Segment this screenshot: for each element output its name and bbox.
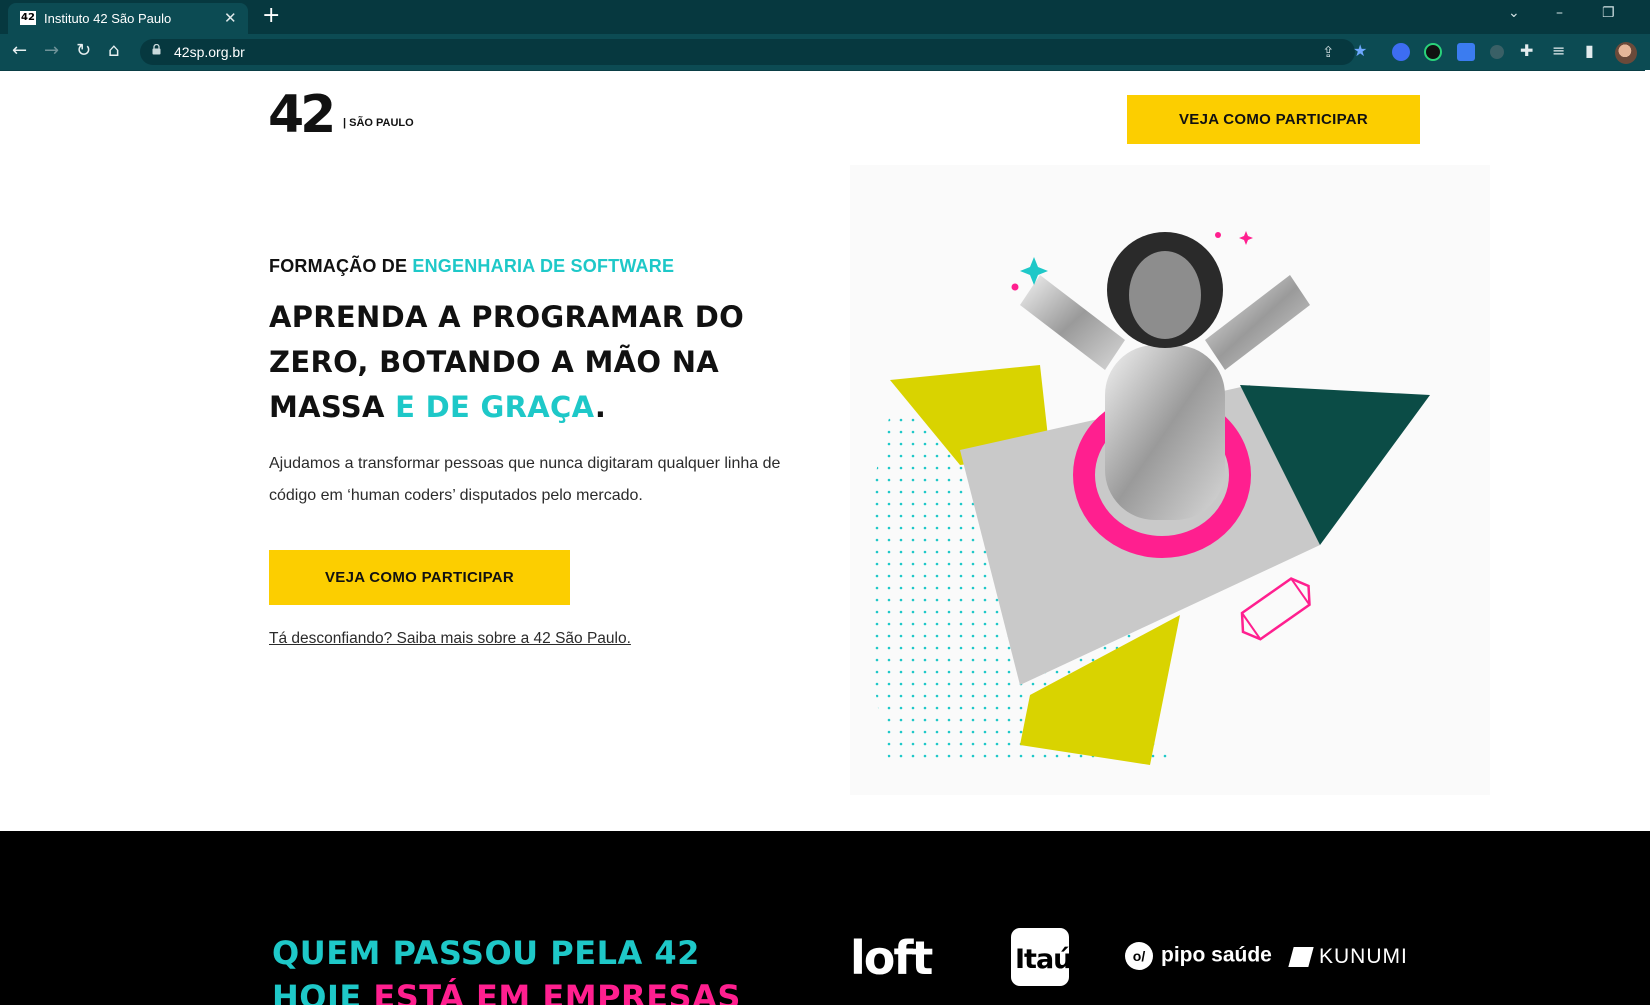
extensions-icon[interactable]: ✚ xyxy=(1520,41,1533,60)
logo-city: | SÃO PAULO xyxy=(343,117,414,129)
translate-icon[interactable] xyxy=(1457,43,1475,61)
companies-title: QUEM PASSOU PELA 42 HOJE ESTÁ EM EMPRESA… xyxy=(272,931,872,1005)
kunumi-text: KUNUMI xyxy=(1319,945,1408,968)
forward-icon[interactable]: → xyxy=(44,40,59,61)
companies-title-pink: ESTÁ EM EMPRESAS xyxy=(373,978,741,1005)
pink-dot xyxy=(1011,283,1019,291)
logo-number: 42 xyxy=(268,85,336,145)
browser-tab[interactable]: 42 Instituto 42 São Paulo ✕ xyxy=(8,3,248,34)
astronaut-face xyxy=(1129,251,1201,339)
header-cta-button[interactable]: VEJA COMO PARTICIPAR xyxy=(1127,95,1420,144)
address-bar[interactable]: 42sp.org.br ⇪ xyxy=(140,39,1355,65)
sidepanel-icon[interactable]: ▮ xyxy=(1585,41,1594,60)
pink-dot-2 xyxy=(1215,232,1221,238)
home-icon[interactable]: ⌂ xyxy=(108,40,119,61)
share-icon[interactable]: ⇪ xyxy=(1322,43,1335,61)
profile-avatar[interactable] xyxy=(1615,42,1637,64)
extension-4-icon[interactable] xyxy=(1490,45,1504,59)
hero-cta-button[interactable]: VEJA COMO PARTICIPAR xyxy=(269,550,570,605)
hero-lead: Ajudamos a transformar pessoas que nunca… xyxy=(269,455,781,504)
headline-end: . xyxy=(594,390,607,424)
restore-icon[interactable]: ❐ xyxy=(1602,5,1615,21)
tab-title: Instituto 42 São Paulo xyxy=(44,11,172,26)
kunumi-mark-icon xyxy=(1288,947,1314,968)
hero-illustration xyxy=(850,165,1490,795)
headline-highlight: E DE GRAÇA xyxy=(395,390,595,424)
eyebrow-prefix: FORMAÇÃO DE xyxy=(269,256,413,276)
partner-logo-pipo: o/pipo saúde xyxy=(1125,942,1272,970)
itau-text: Itaú xyxy=(1015,944,1072,975)
partner-logo-kunumi: KUNUMI xyxy=(1288,945,1408,969)
partner-logo-loft: loft xyxy=(850,931,933,985)
star-icon[interactable]: ★ xyxy=(1353,41,1367,60)
learn-more-link[interactable]: Tá desconfiando? Saiba mais sobre a 42 S… xyxy=(269,630,631,648)
hero-headline: APRENDA A PROGRAMAR DO ZERO, BOTANDO A M… xyxy=(269,295,809,430)
reading-list-icon[interactable]: ≡ xyxy=(1552,41,1565,60)
companies-title-teal: HOJE xyxy=(272,978,374,1005)
pipo-text: pipo saúde xyxy=(1161,943,1272,967)
browser-toolbar: ← → ↻ ⌂ 42sp.org.br ⇪ ★ ✚ ≡ ▮ xyxy=(0,34,1650,71)
hero-eyebrow: FORMAÇÃO DE ENGENHARIA DE SOFTWARE xyxy=(269,256,674,277)
eyebrow-highlight: ENGENHARIA DE SOFTWARE xyxy=(412,256,675,276)
browser-tab-strip: 42 Instituto 42 São Paulo ✕ + ⌄ – ❐ xyxy=(0,0,1650,34)
reload-icon[interactable]: ↻ xyxy=(76,40,91,61)
close-icon[interactable]: ✕ xyxy=(224,9,237,27)
tab-search-icon[interactable]: ⌄ xyxy=(1508,5,1520,21)
page-scrollbar-track[interactable] xyxy=(1645,70,1650,835)
companies-band: QUEM PASSOU PELA 42 HOJE ESTÁ EM EMPRESA… xyxy=(0,831,1650,1005)
lock-icon[interactable] xyxy=(152,44,161,55)
astronaut-body xyxy=(1105,345,1225,520)
site-logo[interactable]: 42 | SÃO PAULO xyxy=(268,89,414,141)
new-tab-icon[interactable]: + xyxy=(262,3,280,28)
pipo-mark-icon: o/ xyxy=(1125,942,1153,970)
url-text: 42sp.org.br xyxy=(174,44,245,60)
favicon-icon: 42 xyxy=(20,11,36,25)
minimize-icon[interactable]: – xyxy=(1556,5,1563,21)
extension-2-icon[interactable] xyxy=(1424,43,1442,61)
extension-1-icon[interactable] xyxy=(1392,43,1410,61)
partner-logo-itau: Itaú xyxy=(1011,928,1072,986)
companies-title-line1: QUEM PASSOU PELA 42 xyxy=(272,934,700,972)
companies-title-line2: HOJE ESTÁ EM EMPRESAS xyxy=(272,975,872,1005)
back-icon[interactable]: ← xyxy=(12,40,27,61)
